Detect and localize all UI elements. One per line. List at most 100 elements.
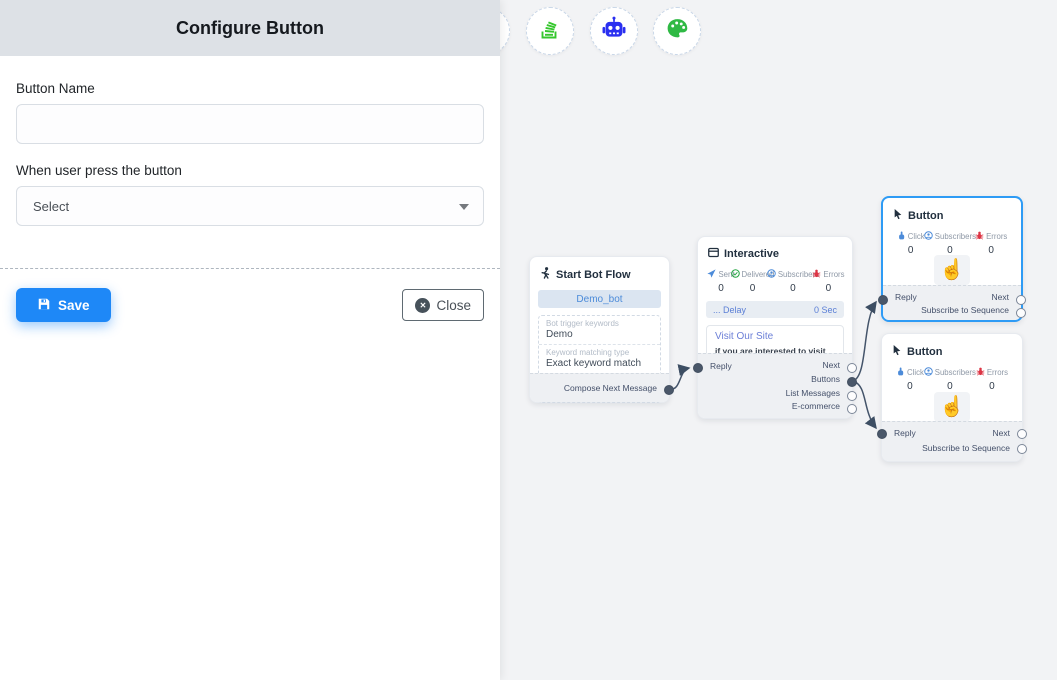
button1-title: Button xyxy=(908,210,943,222)
output-next-label: Next xyxy=(993,428,1010,438)
configure-button-panel: Configure Button Button Name When user p… xyxy=(0,0,500,680)
stat-errors: Errors 0 xyxy=(975,231,1007,256)
toolbar-button-bot[interactable] xyxy=(590,7,638,55)
port-next[interactable] xyxy=(847,363,857,373)
stat-click: Click 0 xyxy=(897,231,924,256)
node-button-1[interactable]: Button Click 0 Subscribers 0 Errors 0 ☝ xyxy=(881,196,1023,322)
output-ecommerce-label: E-commerce xyxy=(792,401,840,411)
node-button-2[interactable]: Button Click 0 Subscribers 0 Errors 0 ☝ xyxy=(881,333,1023,462)
stat-errors: Errors 0 xyxy=(815,269,842,294)
panel-header: Configure Button xyxy=(0,0,500,56)
output-buttons-label: Buttons xyxy=(811,374,840,384)
stack-icon xyxy=(538,17,562,46)
press-action-label: When user press the button xyxy=(16,163,182,178)
button1-footer: Reply Next Subscribe to Sequence xyxy=(883,285,1021,320)
send-icon xyxy=(707,269,716,280)
port-next[interactable] xyxy=(1016,295,1026,305)
interactive-node-footer: Reply Next Buttons List Messages E-comme… xyxy=(698,353,852,418)
palette-icon xyxy=(665,16,690,46)
toolbar-button-theme[interactable] xyxy=(653,7,701,55)
button1-header: Button xyxy=(883,198,1021,223)
stat-subscribers: Subscribers 0 xyxy=(924,231,975,256)
port-next[interactable] xyxy=(1017,429,1027,439)
port-compose-next-message[interactable] xyxy=(664,385,674,395)
toolbar-button-hidden[interactable] xyxy=(500,7,510,55)
check-circle-icon xyxy=(731,269,740,280)
output-next-label: Next xyxy=(992,292,1009,302)
output-subscribe-label: Subscribe to Sequence xyxy=(921,305,1009,315)
output-next-label: Next xyxy=(823,360,840,370)
button1-stats: Click 0 Subscribers 0 Errors 0 xyxy=(883,223,1021,256)
stat-errors: Errors 0 xyxy=(976,367,1008,392)
reply-label: Reply xyxy=(710,361,732,371)
toolbar-button-stack[interactable] xyxy=(526,7,574,55)
bug-icon xyxy=(975,231,984,242)
panel-divider xyxy=(0,268,500,269)
robot-icon xyxy=(601,16,627,47)
port-subscribe-sequence[interactable] xyxy=(1017,444,1027,454)
button2-header: Button xyxy=(882,334,1022,359)
stat-subscribers: Subscribers 0 xyxy=(924,367,976,392)
flow-canvas[interactable]: Start Bot Flow Demo_bot Bot trigger keyw… xyxy=(500,0,1057,680)
reply-label: Reply xyxy=(894,428,916,438)
delay-label: ... Delay xyxy=(713,305,746,315)
cursor-icon xyxy=(892,344,902,359)
start-node-title: Start Bot Flow xyxy=(556,269,631,281)
output-list-messages-label: List Messages xyxy=(786,388,840,398)
button-name-input[interactable] xyxy=(16,104,484,144)
tap-hand-icon: ☝ xyxy=(934,255,970,285)
save-label: Save xyxy=(58,298,90,313)
click-icon xyxy=(896,367,905,378)
button-name-label: Button Name xyxy=(16,81,95,96)
field-keyword-matching: Keyword matching type Exact keyword matc… xyxy=(539,344,660,373)
delay-value: 0 Sec xyxy=(814,305,837,315)
window-icon xyxy=(708,247,719,261)
button2-footer: Reply Next Subscribe to Sequence xyxy=(882,421,1022,461)
bug-icon xyxy=(812,269,821,280)
start-node-header: Start Bot Flow xyxy=(530,257,669,282)
interactive-node-title: Interactive xyxy=(724,248,779,260)
port-list-messages[interactable] xyxy=(847,391,857,401)
node-start-bot-flow[interactable]: Start Bot Flow Demo_bot Bot trigger keyw… xyxy=(529,256,670,403)
interactive-node-header: Interactive xyxy=(698,237,852,261)
close-icon: ✕ xyxy=(415,298,430,313)
node-interactive[interactable]: Interactive Sent 0 Delivered 0 Subscribe… xyxy=(697,236,853,419)
person-circle-icon xyxy=(767,269,776,280)
output-subscribe-label: Subscribe to Sequence xyxy=(922,443,1010,453)
stat-click: Click 0 xyxy=(896,367,924,392)
port-reply-in[interactable] xyxy=(877,429,887,439)
interactive-stats: Sent 0 Delivered 0 Subscribers 0 Errors … xyxy=(698,261,852,294)
port-ecommerce[interactable] xyxy=(847,404,857,414)
select-value: Select xyxy=(33,199,459,214)
press-action-select[interactable]: Select xyxy=(16,186,484,226)
bot-name-badge: Demo_bot xyxy=(538,290,661,308)
start-node-footer: Compose Next Message xyxy=(530,373,669,402)
reply-label: Reply xyxy=(895,292,917,302)
port-buttons[interactable] xyxy=(847,377,857,387)
compose-next-message-label: Compose Next Message xyxy=(564,383,657,393)
save-button[interactable]: Save xyxy=(16,288,111,322)
stat-subscribers: Subscribers 0 xyxy=(771,269,815,294)
person-running-icon xyxy=(540,267,551,282)
person-circle-icon xyxy=(924,367,933,378)
button2-stats: Click 0 Subscribers 0 Errors 0 xyxy=(882,359,1022,392)
page-title: Configure Button xyxy=(176,18,324,39)
delay-bar[interactable]: ... Delay 0 Sec xyxy=(706,301,844,318)
tap-hand-icon: ☝ xyxy=(934,392,970,422)
port-reply-in[interactable] xyxy=(693,363,703,373)
person-circle-icon xyxy=(924,231,933,242)
cursor-icon xyxy=(893,208,903,223)
save-icon xyxy=(37,297,51,314)
stat-delivered: Delivered 0 xyxy=(734,269,771,294)
click-icon xyxy=(897,231,906,242)
port-reply-in[interactable] xyxy=(878,295,888,305)
port-subscribe-sequence[interactable] xyxy=(1016,308,1026,318)
close-label: Close xyxy=(436,298,471,313)
field-trigger-keywords: Bot trigger keywords Demo xyxy=(539,316,660,344)
chevron-down-icon xyxy=(459,197,469,215)
button2-title: Button xyxy=(907,346,942,358)
bug-icon xyxy=(976,367,985,378)
close-button[interactable]: ✕ Close xyxy=(402,289,484,321)
flow-builder-app: Start Bot Flow Demo_bot Bot trigger keyw… xyxy=(0,0,1057,680)
message-title: Visit Our Site xyxy=(715,331,835,342)
